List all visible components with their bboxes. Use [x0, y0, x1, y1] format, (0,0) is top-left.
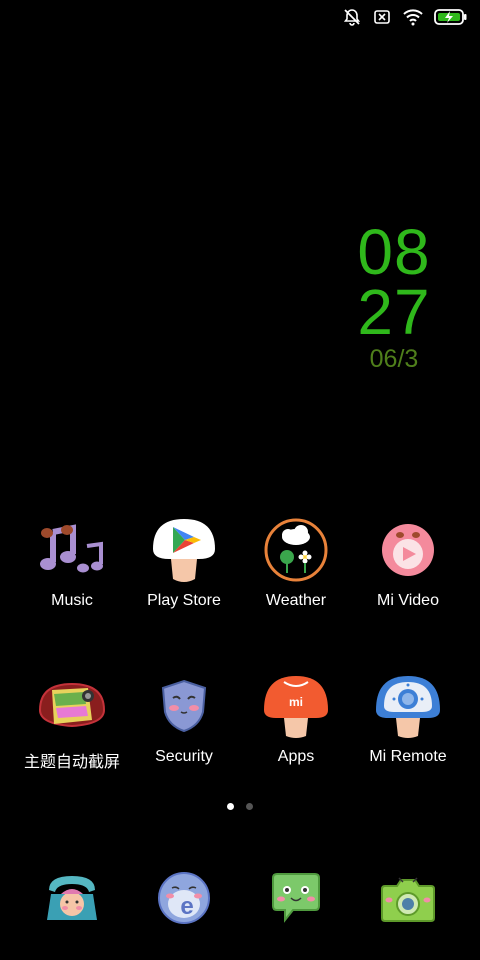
app-mi-video[interactable]: Mi Video: [352, 514, 464, 610]
app-weather-label: Weather: [265, 592, 327, 609]
app-music[interactable]: Music: [16, 514, 128, 610]
app-mi-video-label: Mi Video: [377, 592, 439, 609]
app-weather[interactable]: Weather: [240, 514, 352, 610]
security-icon: [148, 670, 220, 742]
app-security[interactable]: Security: [128, 670, 240, 772]
browser-icon: e: [148, 862, 220, 934]
clock-minute: 27: [357, 276, 431, 348]
dock-phone[interactable]: [16, 862, 128, 934]
battery-charging-icon: [434, 9, 467, 25]
status-bar: [342, 6, 468, 28]
dock-browser[interactable]: e: [128, 862, 240, 934]
svg-text:e: e: [180, 893, 193, 920]
clock-widget[interactable]: 08 27 06/3: [354, 216, 434, 374]
app-play-store[interactable]: Play Store: [128, 514, 240, 610]
phone-icon: [36, 862, 108, 934]
app-theme-screenshot[interactable]: 主题自动截屏: [16, 670, 128, 772]
theme-screenshot-icon: [36, 670, 108, 742]
weather-icon: [260, 514, 332, 586]
app-security-label: Security: [155, 748, 213, 765]
dock: e: [16, 862, 464, 934]
app-apps[interactable]: mi Apps: [240, 670, 352, 772]
video-icon: [372, 514, 444, 586]
notifications-muted-icon: [343, 9, 361, 26]
music-icon: [36, 514, 108, 586]
sim-off-icon: [374, 10, 390, 24]
app-apps-label: Apps: [277, 748, 315, 765]
page-dot-2: [246, 803, 253, 810]
svg-text:mi: mi: [289, 695, 303, 709]
app-mi-remote[interactable]: Mi Remote: [352, 670, 464, 772]
remote-icon: [372, 670, 444, 742]
apps-icon: mi: [260, 670, 332, 742]
dock-messages[interactable]: [240, 862, 352, 934]
wifi-icon: [403, 9, 423, 26]
clock-hour: 08: [357, 216, 431, 288]
app-theme-screenshot-label: 主题自动截屏: [23, 754, 120, 771]
app-music-label: Music: [51, 592, 93, 609]
app-play-store-label: Play Store: [147, 592, 221, 609]
messages-icon: [260, 862, 332, 934]
page-indicator: [0, 803, 480, 810]
dock-camera[interactable]: [352, 862, 464, 934]
app-mi-remote-label: Mi Remote: [369, 748, 447, 765]
app-grid-row-2: 主题自动截屏 Security mi Apps Mi Remote: [16, 670, 464, 772]
play-store-icon: [148, 514, 220, 586]
app-grid-row-1: Music Play Store Weather Mi Video: [16, 514, 464, 610]
camera-icon: [372, 862, 444, 934]
page-dot-1: [227, 803, 234, 810]
clock-date: 06/3: [369, 345, 419, 373]
